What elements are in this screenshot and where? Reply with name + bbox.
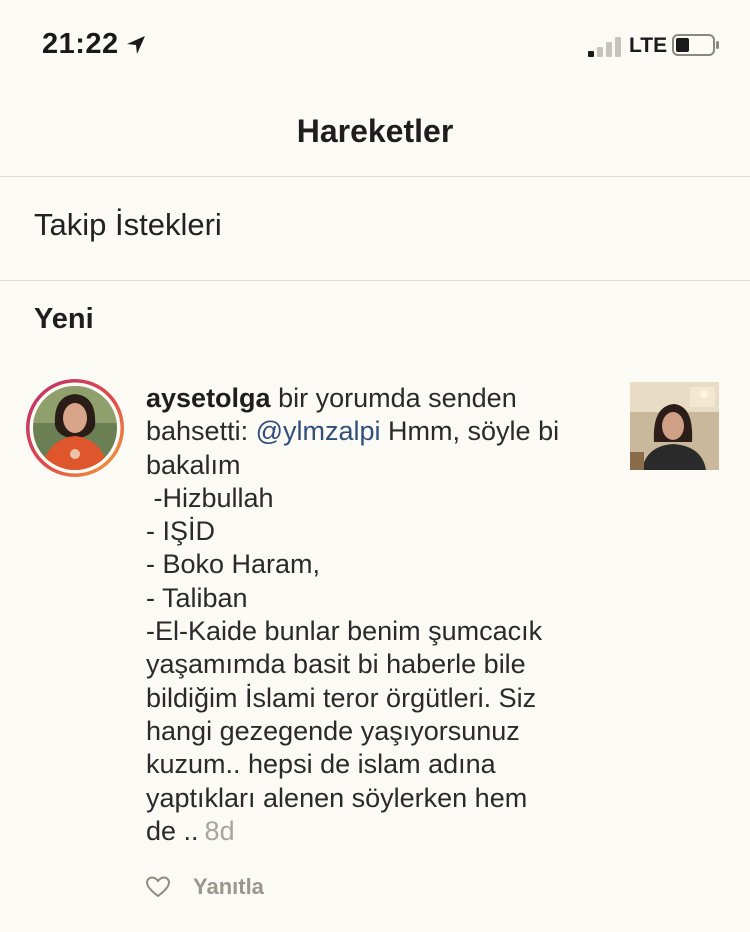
location-arrow-icon — [127, 36, 145, 54]
status-bar: 21:22 LTE — [0, 0, 750, 90]
comment-line: kuzum.. hepsi de islam adına — [146, 749, 496, 780]
comment-line: de .. — [146, 815, 199, 846]
section-divider — [0, 280, 750, 281]
notification-time: 8d — [204, 815, 235, 846]
avatar[interactable] — [25, 378, 125, 478]
post-thumbnail[interactable] — [630, 382, 719, 470]
signal-bars-icon — [588, 37, 621, 57]
comment-line: - Taliban — [146, 582, 248, 613]
reply-button[interactable]: Yanıtla — [193, 874, 264, 900]
comment-line: - Boko Haram, — [146, 549, 321, 580]
page-title: Hareketler — [296, 113, 454, 149]
status-time: 21:22 — [42, 28, 119, 60]
comment-line: yaşamımda basit bi haberle bile — [146, 649, 526, 680]
comment-line: -El-Kaide bunlar benim şumcacık — [146, 616, 543, 647]
comment-line: - IŞİD — [146, 516, 216, 547]
comment-line: bakalım — [146, 449, 241, 480]
follow-requests-label: Takip İstekleri — [34, 207, 222, 242]
comment-line: hangi gezegende yaşıyorsunuz — [146, 715, 520, 746]
notification-username[interactable]: aysetolga — [146, 383, 271, 413]
comment-line: bildiğim İslami teror örgütleri. Siz — [146, 682, 537, 713]
follow-requests-row[interactable]: Takip İstekleri — [0, 178, 750, 280]
notification-line2-prefix: bahsetti: — [146, 416, 249, 447]
comment-line: yaptıkları alenen söylerken hem — [146, 782, 528, 813]
notification-text: aysetolga bir yorumda senden bahsetti: @… — [146, 382, 596, 848]
header-divider — [0, 176, 750, 177]
heart-icon[interactable] — [146, 876, 170, 898]
comment-line: -Hizbullah — [146, 482, 274, 513]
battery-icon — [672, 34, 719, 56]
carrier-label: LTE — [629, 34, 668, 57]
mention-link[interactable]: @ylmzalpi — [256, 416, 381, 446]
notification-line2-suffix: Hmm, söyle bi — [388, 416, 560, 447]
section-title-new: Yeni — [34, 303, 94, 335]
notification-item: aysetolga bir yorumda senden bahsetti: @… — [0, 372, 750, 912]
notification-action: bir yorumda senden — [278, 383, 517, 413]
